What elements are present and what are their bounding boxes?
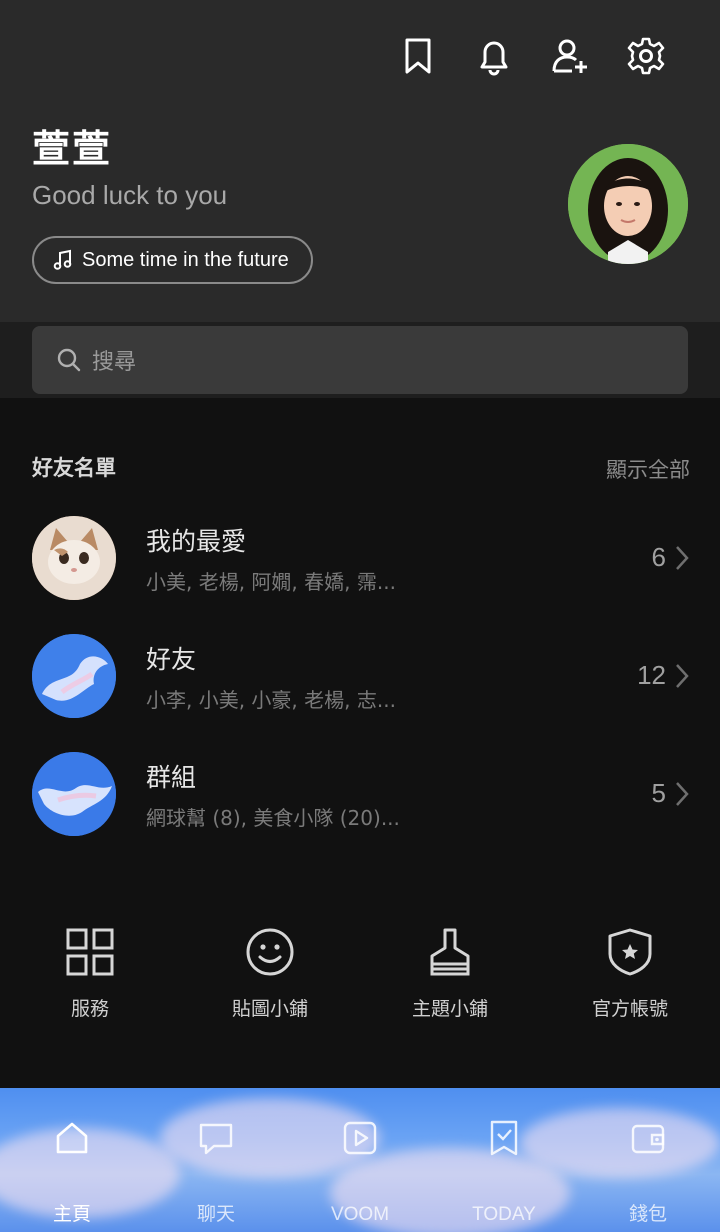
- settings-button[interactable]: [608, 32, 684, 80]
- cat-photo: [32, 516, 116, 600]
- header-toolbar: [380, 32, 684, 80]
- favorites-avatar: [32, 516, 116, 600]
- nav-home[interactable]: 主頁: [0, 1088, 144, 1232]
- nav-voom[interactable]: VOOM: [288, 1088, 432, 1232]
- chevron-right-icon: [676, 664, 689, 688]
- list-item-favorites[interactable]: 我的最愛 小美, 老楊, 阿嫺, 春嬌, 霈... 6: [0, 516, 720, 620]
- service-label: 官方帳號: [591, 998, 668, 1020]
- group-count: 12: [637, 660, 666, 690]
- music-title: Some time in the future: [82, 248, 289, 271]
- chevron-right-icon: [676, 546, 689, 570]
- list-item-friends[interactable]: 好友 小李, 小美, 小豪, 老楊, 志... 12: [0, 634, 720, 738]
- show-all-link[interactable]: 顯示全部: [606, 454, 690, 484]
- nav-label: VOOM: [330, 1204, 390, 1225]
- bookmark-button[interactable]: [380, 32, 456, 80]
- friends-section-title: 好友名單: [32, 456, 116, 480]
- nav-label: 聊天: [196, 1204, 235, 1225]
- list-item-groups[interactable]: 群組 網球幫 (8), 美食小隊 (20)... 5: [0, 752, 720, 856]
- group-members: 小美, 老楊, 阿嫺, 春嬌, 霈...: [146, 570, 396, 594]
- bookmark-icon: [405, 38, 431, 74]
- nav-wallet[interactable]: 錢包: [576, 1088, 720, 1232]
- search-area: 搜尋: [0, 322, 720, 398]
- home-icon: [56, 1122, 88, 1154]
- gear-icon: [627, 37, 665, 75]
- status-message[interactable]: Good luck to you: [32, 180, 227, 211]
- search-placeholder: 搜尋: [92, 350, 137, 375]
- notification-button[interactable]: [456, 32, 532, 80]
- smiley-icon: [246, 928, 294, 976]
- service-official-accounts[interactable]: 官方帳號: [540, 926, 720, 1036]
- groups-avatar: [32, 752, 116, 836]
- service-services[interactable]: 服務: [0, 926, 180, 1036]
- profile-name[interactable]: 萱萱: [32, 118, 112, 173]
- bottom-nav: 主頁 聊天 VOOM TODAY 錢包: [0, 1088, 720, 1232]
- wallet-icon: [631, 1124, 665, 1154]
- voom-icon: [343, 1121, 377, 1155]
- nav-chat[interactable]: 聊天: [144, 1088, 288, 1232]
- group-members: 網球幫 (8), 美食小隊 (20)...: [146, 806, 400, 830]
- add-friend-button[interactable]: [532, 32, 608, 80]
- group-members: 小李, 小美, 小豪, 老楊, 志...: [146, 688, 396, 712]
- nav-label: 主頁: [52, 1204, 91, 1225]
- nav-label: 錢包: [628, 1204, 667, 1225]
- group-title: 我的最愛: [146, 527, 247, 556]
- group-count: 6: [651, 542, 666, 572]
- bell-icon: [480, 41, 508, 76]
- grid-icon: [66, 928, 114, 976]
- music-note-icon: [53, 249, 72, 270]
- group-title: 群組: [146, 763, 197, 792]
- profile-header: 萱萱 Good luck to you Some time in the fut…: [0, 0, 720, 322]
- shield-star-icon: [608, 928, 652, 976]
- chat-icon: [199, 1123, 233, 1155]
- profile-avatar[interactable]: [568, 144, 688, 264]
- today-icon: [490, 1120, 518, 1156]
- search-input[interactable]: 搜尋: [32, 326, 688, 394]
- chevron-right-icon: [676, 782, 689, 806]
- service-sticker-shop[interactable]: 貼圖小鋪: [180, 926, 360, 1036]
- group-count: 5: [651, 778, 666, 808]
- service-label: 主題小鋪: [411, 998, 488, 1020]
- search-icon: [57, 348, 81, 372]
- service-theme-shop[interactable]: 主題小鋪: [360, 926, 540, 1036]
- brush-icon: [430, 928, 470, 976]
- nav-today[interactable]: TODAY: [432, 1088, 576, 1232]
- profile-music-button[interactable]: Some time in the future: [32, 236, 313, 284]
- sky-photo: [32, 752, 116, 836]
- sky-photo: [32, 634, 116, 718]
- friends-avatar: [32, 634, 116, 718]
- group-title: 好友: [146, 645, 197, 674]
- nav-label: TODAY: [472, 1204, 536, 1225]
- service-label: 服務: [70, 998, 109, 1020]
- avatar-photo: [568, 144, 688, 264]
- service-label: 貼圖小鋪: [231, 998, 308, 1020]
- add-user-icon: [552, 39, 587, 73]
